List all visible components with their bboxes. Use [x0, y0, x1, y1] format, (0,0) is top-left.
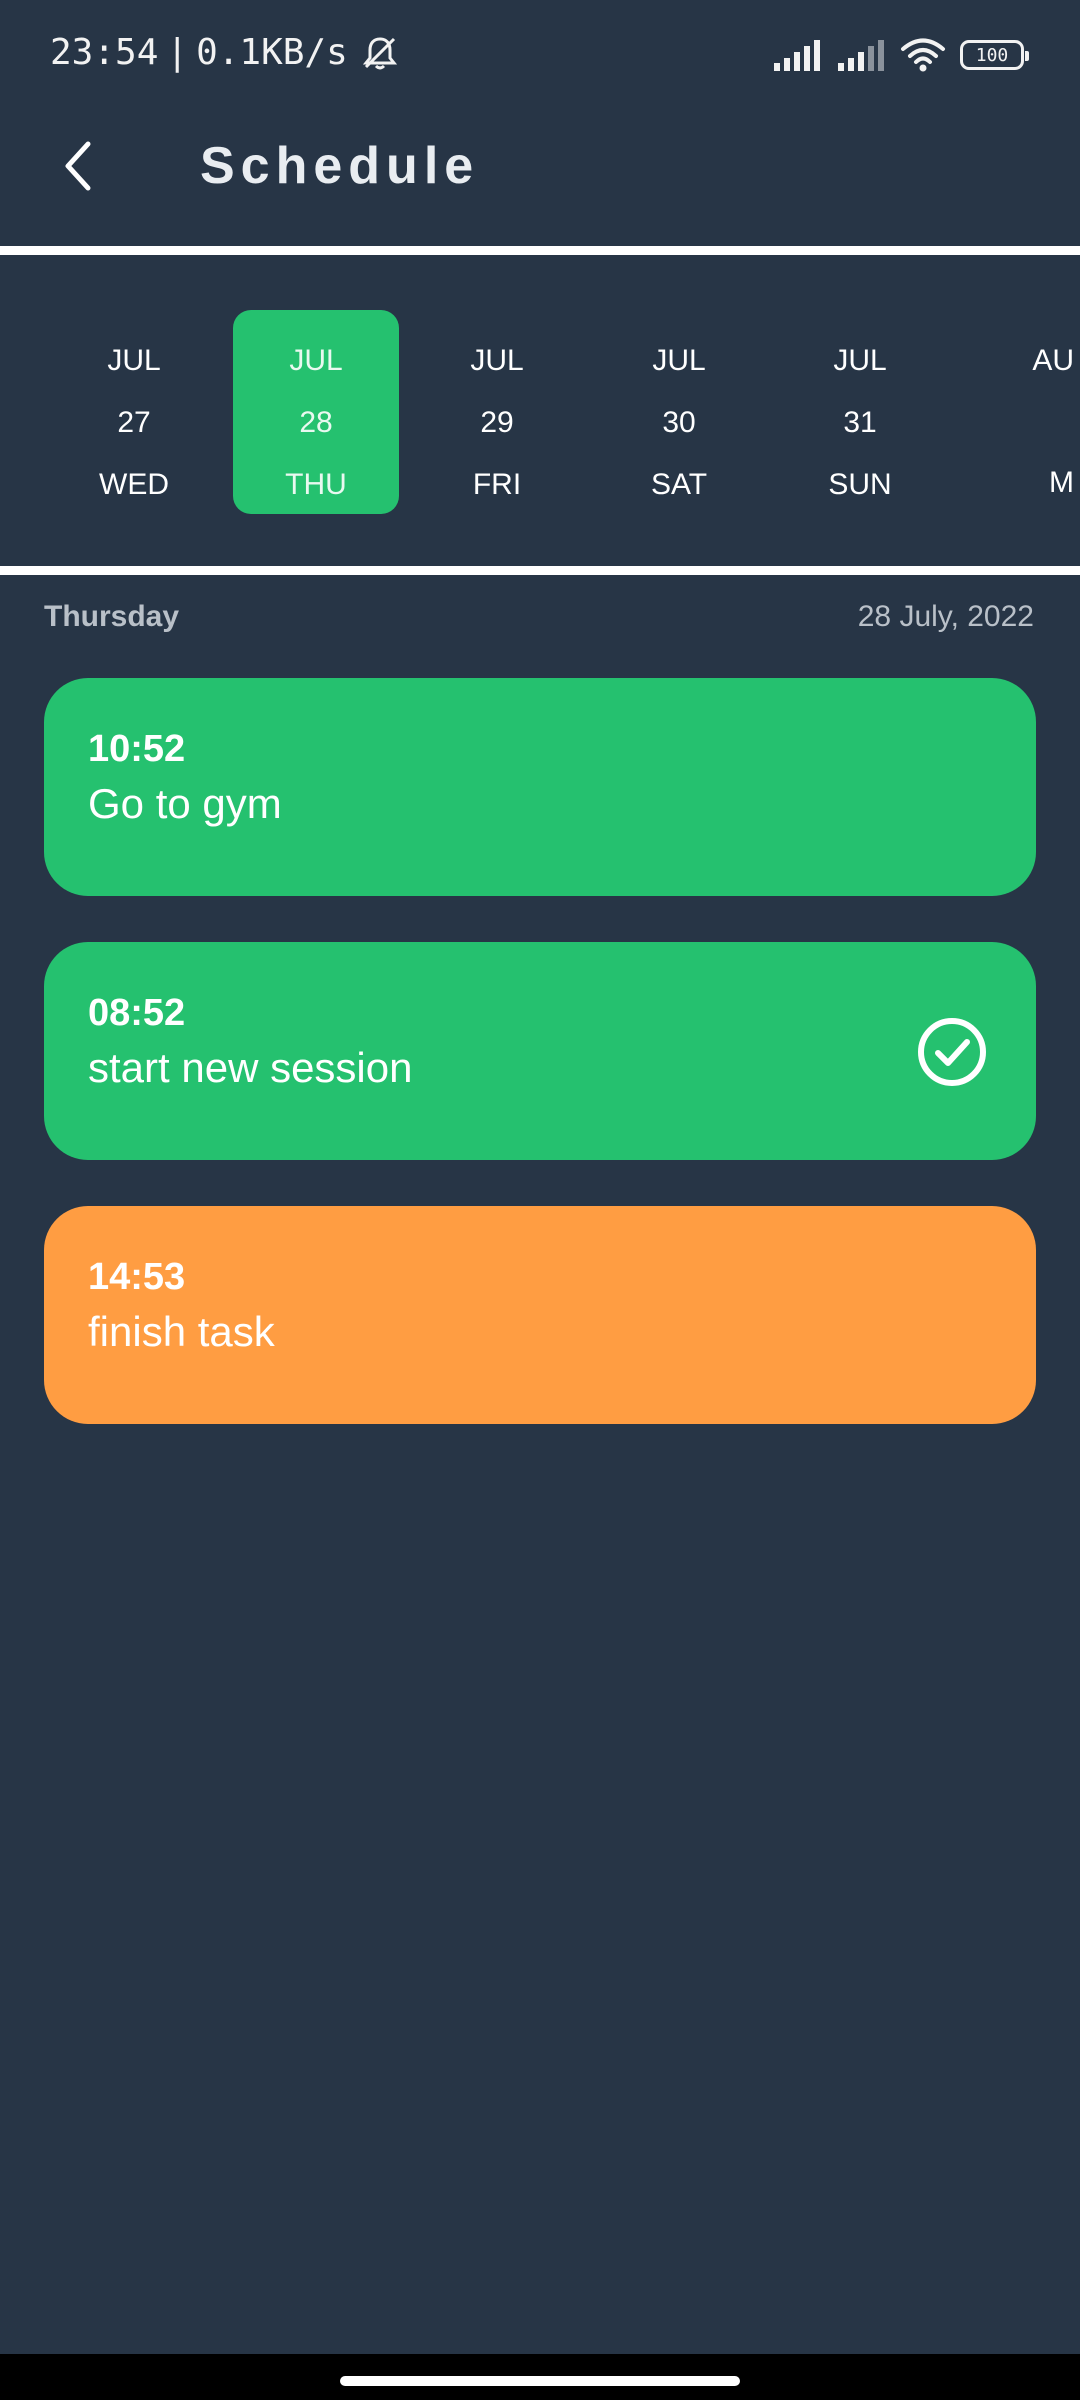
chevron-left-icon: [65, 141, 91, 191]
day-full-date: 28 July, 2022: [857, 600, 1034, 633]
date-item-selected[interactable]: JUL 28 THU: [233, 310, 399, 514]
task-title: Go to gym: [88, 780, 282, 827]
navigation-bar: [0, 2354, 1080, 2400]
date-item[interactable]: JUL 29 FRI: [414, 310, 580, 514]
task-card[interactable]: 08:52 start new session: [44, 942, 1036, 1160]
signal-icon: [774, 40, 820, 71]
date-day: 29: [480, 406, 514, 439]
date-weekday: THU: [285, 468, 347, 501]
date-item[interactable]: JUL 27 WED: [51, 310, 217, 514]
date-item[interactable]: AU M: [936, 310, 1080, 514]
date-month: JUL: [652, 344, 706, 377]
date-month: AU: [1032, 344, 1074, 377]
date-day: 30: [662, 406, 696, 439]
date-weekday: WED: [99, 468, 169, 501]
day-name: Thursday: [44, 600, 180, 633]
date-weekday: FRI: [472, 468, 522, 501]
home-indicator[interactable]: [340, 2376, 740, 2386]
task-time: 10:52: [88, 728, 186, 770]
battery-icon: 100: [960, 40, 1029, 70]
date-weekday: M: [1049, 466, 1074, 499]
mute-bell-icon: [362, 36, 397, 69]
task-time: 14:53: [88, 1256, 186, 1298]
task-card[interactable]: 14:53 finish task: [44, 1206, 1036, 1424]
date-month: JUL: [470, 344, 524, 377]
top-divider: [0, 246, 1080, 255]
status-time: 23:54: [50, 32, 159, 73]
day-header: Thursday 28 July, 2022: [0, 578, 1080, 658]
date-month: JUL: [833, 344, 887, 377]
network-speed: 0.1KB/s: [196, 32, 348, 73]
app-bar: Schedule: [0, 112, 1080, 246]
status-separator: |: [166, 32, 189, 73]
date-month: JUL: [289, 344, 343, 377]
check-circle-icon[interactable]: [916, 1016, 988, 1088]
signal-icon: [838, 40, 884, 71]
date-item[interactable]: JUL 31 SUN: [777, 310, 943, 514]
status-bar: 23:54 | 0.1KB/s 100: [0, 0, 1080, 112]
status-left: 23:54 | 0.1KB/s: [50, 32, 400, 73]
date-day: 31: [843, 406, 877, 439]
wifi-icon: [901, 38, 945, 72]
date-day: 28: [299, 406, 333, 439]
date-strip[interactable]: JUL 27 WED JUL 28 THU JUL 29 FRI JUL 30 …: [0, 258, 1080, 564]
page-title: Schedule: [200, 137, 480, 195]
battery-level: 100: [975, 44, 1009, 66]
back-button[interactable]: [48, 136, 108, 196]
status-right: 100: [772, 38, 1029, 72]
date-month: JUL: [107, 344, 161, 377]
date-day: 27: [117, 406, 151, 439]
task-title: finish task: [88, 1308, 275, 1355]
task-time: 08:52: [88, 992, 186, 1034]
task-card[interactable]: 10:52 Go to gym: [44, 678, 1036, 896]
date-weekday: SUN: [828, 468, 892, 501]
task-title: start new session: [88, 1044, 413, 1091]
date-item[interactable]: JUL 30 SAT: [596, 310, 762, 514]
date-weekday: SAT: [650, 468, 708, 501]
bottom-divider: [0, 566, 1080, 575]
